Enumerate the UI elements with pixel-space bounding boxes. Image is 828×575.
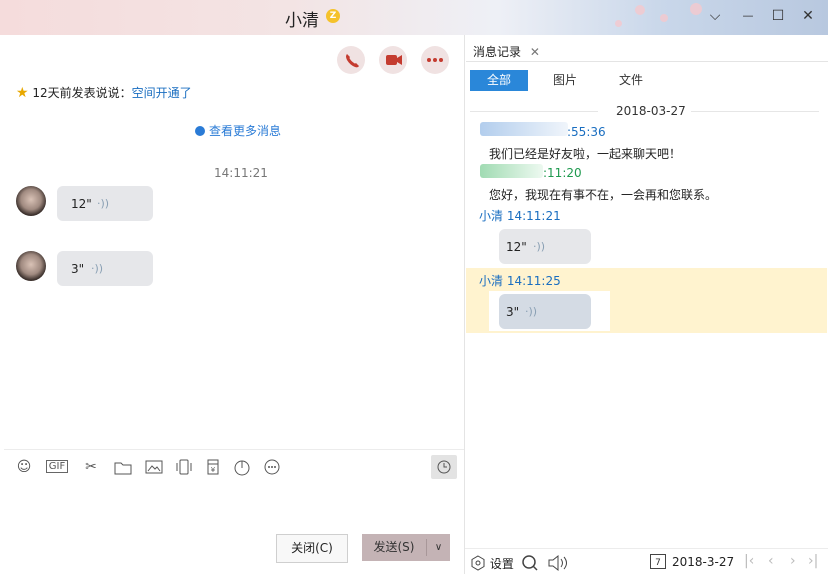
history-date: 2018-03-27: [616, 104, 686, 118]
video-call-icon: [386, 55, 402, 65]
red-packet-icon[interactable]: ¥: [202, 457, 224, 477]
settings-button[interactable]: 设置: [470, 555, 514, 572]
svg-text:¥: ¥: [211, 466, 216, 474]
blurred-sender: [480, 164, 543, 178]
folder-icon[interactable]: [112, 457, 134, 477]
close-button[interactable]: 关闭(C): [276, 534, 348, 563]
history-voice-bubble[interactable]: 3" ·)): [499, 294, 591, 329]
more-icon: [427, 58, 443, 62]
panel-divider: [464, 35, 465, 574]
more-actions-button[interactable]: [421, 46, 449, 74]
star-icon: ★: [16, 85, 29, 101]
voice-message-bubble[interactable]: 3" ·)): [57, 251, 153, 286]
view-more-label: 查看更多消息: [209, 124, 282, 138]
notice-prefix: 12天前发表说说：: [32, 86, 132, 100]
send-options-chevron-down-icon[interactable]: ∨: [427, 534, 450, 561]
blossom-decoration: [690, 3, 702, 15]
more-tools-icon[interactable]: [261, 457, 283, 477]
clock-icon: [195, 126, 205, 136]
blossom-decoration: [660, 14, 668, 22]
history-message-text: 您好，我现在有事不在，一会再和您联系。: [489, 188, 718, 202]
footer-divider: [465, 548, 828, 549]
voice-duration: 12": [71, 197, 92, 211]
last-page-icon[interactable]: ›|: [808, 553, 818, 569]
history-sender: 小清 14:11:25: [479, 274, 561, 288]
send-button[interactable]: 发送(S): [362, 534, 426, 561]
filter-files[interactable]: 文件: [607, 70, 655, 91]
close-window-button[interactable]: ✕: [796, 4, 820, 28]
history-voice-bubble[interactable]: 12" ·)): [499, 229, 591, 264]
blurred-sender: [480, 122, 568, 136]
previous-page-icon[interactable]: ‹: [768, 553, 774, 569]
voice-duration: 3": [506, 305, 520, 319]
history-tab-label: 消息记录: [473, 45, 522, 59]
video-call-button[interactable]: [379, 46, 407, 74]
message-history-button[interactable]: [431, 455, 457, 479]
voice-wave-icon: ·)): [525, 305, 538, 318]
send-button-group: 发送(S) ∨: [362, 534, 450, 561]
gif-icon[interactable]: GIF: [44, 457, 70, 477]
emoji-icon[interactable]: ☺: [13, 457, 35, 477]
blossom-decoration: [635, 5, 645, 15]
view-more-messages[interactable]: 查看更多消息: [195, 122, 281, 139]
voice-call-button[interactable]: [337, 46, 365, 74]
footer-date[interactable]: 2018-3-27: [672, 555, 734, 569]
filter-images[interactable]: 图片: [541, 70, 589, 91]
maximize-button[interactable]: ☐: [766, 4, 790, 28]
image-icon[interactable]: [143, 457, 165, 477]
music-icon[interactable]: [231, 457, 253, 477]
date-rule-right: [691, 111, 819, 112]
qzone-link[interactable]: 空间开通了: [132, 86, 192, 100]
shake-icon[interactable]: [173, 457, 195, 477]
voice-message-bubble[interactable]: 12" ·)): [57, 186, 153, 221]
avatar[interactable]: [16, 186, 46, 216]
voice-playback-icon[interactable]: [547, 554, 569, 575]
gear-icon: [471, 555, 485, 571]
blossom-decoration: [615, 20, 622, 27]
first-page-icon[interactable]: |‹: [744, 553, 754, 569]
minimize-button[interactable]: —: [736, 4, 760, 28]
filter-all[interactable]: 全部: [470, 70, 528, 91]
voice-wave-icon: ·)): [91, 262, 104, 275]
history-time: :11:20: [543, 166, 582, 180]
voice-call-icon: [346, 54, 359, 68]
vip-badge-icon: Z: [326, 9, 340, 23]
qzone-notice: ★ 12天前发表说说：空间开通了: [16, 84, 192, 101]
next-page-icon[interactable]: ›: [790, 553, 796, 569]
calendar-icon[interactable]: 7: [650, 554, 666, 569]
message-timestamp: 14:11:21: [214, 166, 268, 180]
date-rule-left: [470, 111, 598, 112]
screenshot-icon[interactable]: ✂: [80, 457, 102, 477]
close-tab-icon[interactable]: ✕: [530, 45, 540, 59]
voice-duration: 12": [506, 240, 527, 254]
history-sender: 小清 14:11:21: [479, 209, 561, 223]
history-time: :55:36: [567, 125, 606, 139]
history-tab-divider: [466, 61, 828, 62]
voice-wave-icon: ·)): [97, 197, 110, 210]
calendar-icon-number: 7: [655, 558, 661, 568]
window-title: 小清: [285, 11, 319, 31]
history-message-text: 我们已经是好友啦，一起来聊天吧！: [489, 147, 682, 161]
settings-label: 设置: [489, 557, 514, 571]
avatar[interactable]: [16, 251, 46, 281]
voice-wave-icon: ·)): [533, 240, 546, 253]
toolbar-divider: [4, 449, 464, 450]
search-icon[interactable]: [521, 554, 539, 575]
voice-duration: 3": [71, 262, 85, 276]
dropdown-icon[interactable]: ⌵: [703, 4, 727, 28]
history-clock-icon: [437, 460, 451, 474]
tab-message-history[interactable]: 消息记录 ✕: [473, 43, 540, 60]
